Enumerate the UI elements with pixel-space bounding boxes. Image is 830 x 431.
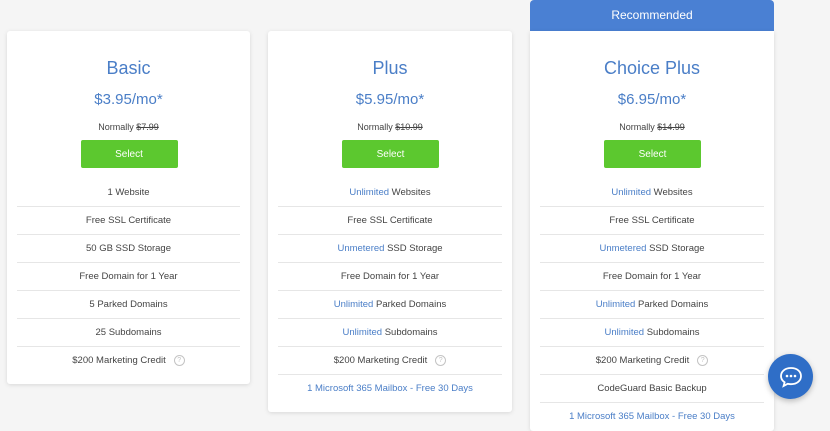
plan-card-choice-plus: Choice Plus $6.95/mo* Normally $14.99 Se… <box>530 31 774 431</box>
feature-label: 1 Website <box>107 187 150 198</box>
feature-label: SSD Storage <box>646 243 705 254</box>
feature-label: Free Domain for 1 Year <box>340 271 440 282</box>
feature-label: Free Domain for 1 Year <box>602 271 702 282</box>
feature-highlight: Unlimited <box>349 187 390 198</box>
plan-price: $5.95/mo* <box>355 91 425 108</box>
feature-list: 1 Website Free SSL Certificate 50 GB SSD S… <box>17 179 240 374</box>
feature-label: $200 Marketing Credit <box>72 355 166 366</box>
feature-label: Websites <box>389 187 431 198</box>
plan-name: Basic <box>106 58 151 78</box>
old-price: $7.99 <box>136 122 159 132</box>
feature-highlight: Unmetered <box>337 243 385 254</box>
select-basic-button[interactable]: Select <box>80 140 178 168</box>
feature-item: Unlimited Websites <box>540 179 764 207</box>
plan-name: Choice Plus <box>603 58 701 78</box>
feature-item: Unlimited Subdomains <box>540 319 764 347</box>
feature-label: 5 Parked Domains <box>89 299 168 310</box>
feature-item: 50 GB SSD Storage <box>17 235 240 263</box>
select-choice-plus-button[interactable]: Select <box>604 140 701 168</box>
chat-bubble-icon <box>779 366 802 388</box>
chat-button[interactable] <box>768 354 813 399</box>
feature-item: Unlimited Subdomains <box>278 319 502 347</box>
feature-item: Unmetered SSD Storage <box>540 235 764 263</box>
feature-label: $200 Marketing Credit <box>595 355 690 366</box>
select-plus-button[interactable]: Select <box>342 140 439 168</box>
feature-item: Free SSL Certificate <box>278 207 502 235</box>
feature-list: Unlimited Websites Free SSL Certificate Un… <box>540 179 764 430</box>
feature-item: CodeGuard Basic Backup <box>540 375 764 403</box>
help-icon[interactable]: ? <box>173 354 185 366</box>
normally-label: Normally <box>357 122 393 132</box>
feature-item: 25 Subdomains <box>17 319 240 347</box>
feature-item: Unlimited Parked Domains <box>278 291 502 319</box>
feature-label: CodeGuard Basic Backup <box>597 383 707 394</box>
feature-label: Websites <box>651 187 693 198</box>
normally-label: Normally <box>98 122 134 132</box>
plan-price: $3.95/mo* <box>94 91 163 108</box>
feature-highlight: Unlimited <box>595 299 636 310</box>
plan-name: Plus <box>372 58 408 78</box>
feature-label: Free SSL Certificate <box>609 215 695 226</box>
feature-item: $200 Marketing Credit? <box>278 347 502 375</box>
feature-item: Free Domain for 1 Year <box>540 263 764 291</box>
feature-highlight: Unlimited <box>604 327 645 338</box>
feature-label: SSD Storage <box>384 243 443 254</box>
old-price: $10.99 <box>395 122 423 132</box>
feature-item: $200 Marketing Credit? <box>540 347 764 375</box>
feature-label: Subdomains <box>382 327 438 338</box>
feature-label: $200 Marketing Credit <box>333 355 428 366</box>
feature-label: Free SSL Certificate <box>85 215 172 226</box>
feature-label: Free SSL Certificate <box>347 215 433 226</box>
feature-label: 25 Subdomains <box>95 327 162 338</box>
feature-item[interactable]: 1 Microsoft 365 Mailbox - Free 30 Days <box>278 375 502 402</box>
help-icon[interactable]: ? <box>697 354 709 366</box>
feature-item: Unlimited Websites <box>278 179 502 207</box>
feature-item: Free SSL Certificate <box>17 207 240 235</box>
feature-label: Parked Domains <box>373 299 447 310</box>
feature-item: Free Domain for 1 Year <box>17 263 240 291</box>
normally-label: Normally <box>619 122 655 132</box>
recommended-banner: Recommended <box>530 0 774 31</box>
normal-price-line: Normally $7.99 <box>7 122 250 132</box>
plan-card-plus: Plus $5.95/mo* Normally $10.99 Select Un… <box>268 31 512 412</box>
feature-highlight: Unmetered <box>599 243 647 254</box>
feature-item: Unlimited Parked Domains <box>540 291 764 319</box>
feature-item: Free Domain for 1 Year <box>278 263 502 291</box>
feature-highlight: Unlimited <box>611 187 652 198</box>
plan-price: $6.95/mo* <box>617 91 687 108</box>
normal-price-line: Normally $14.99 <box>530 122 774 132</box>
normal-price-line: Normally $10.99 <box>268 122 512 132</box>
feature-label: 50 GB SSD Storage <box>85 243 172 254</box>
plan-card-basic: Basic $3.95/mo* Normally $7.99 Select 1 … <box>7 31 250 384</box>
feature-label: Free Domain for 1 Year <box>79 271 178 282</box>
microsoft-365-link[interactable]: 1 Microsoft 365 Mailbox - Free 30 Days <box>307 383 473 394</box>
feature-item: 5 Parked Domains <box>17 291 240 319</box>
feature-label: Subdomains <box>644 327 700 338</box>
old-price: $14.99 <box>657 122 685 132</box>
feature-item: Free SSL Certificate <box>540 207 764 235</box>
help-icon[interactable]: ? <box>435 354 447 366</box>
feature-list: Unlimited Websites Free SSL Certificate Un… <box>278 179 502 402</box>
feature-item: $200 Marketing Credit? <box>17 347 240 374</box>
feature-highlight: Unlimited <box>342 327 383 338</box>
feature-label: Parked Domains <box>635 299 709 310</box>
feature-highlight: Unlimited <box>333 299 374 310</box>
feature-item: 1 Website <box>17 179 240 207</box>
feature-item: Unmetered SSD Storage <box>278 235 502 263</box>
